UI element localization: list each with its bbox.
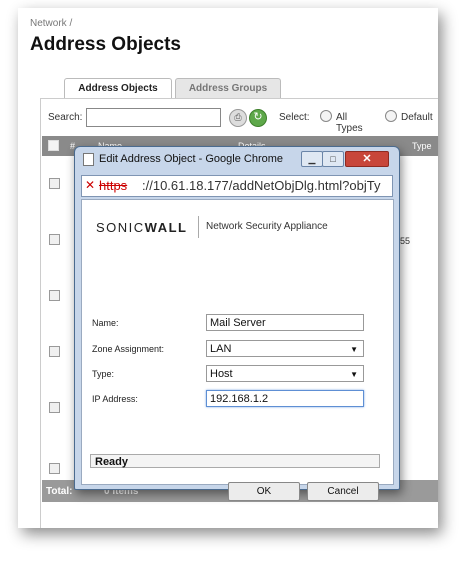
radio-default[interactable] <box>385 110 397 122</box>
radio-all-types-label: All Types <box>336 112 363 134</box>
search-input[interactable] <box>86 108 221 127</box>
brand-left: SONIC <box>96 220 145 235</box>
breadcrumb[interactable]: Network / <box>30 18 72 29</box>
print-icon[interactable]: ⎙ <box>229 109 247 127</box>
name-field[interactable]: Mail Server <box>206 314 364 331</box>
product-name: Network Security Appliance <box>206 221 328 232</box>
search-label: Search: <box>48 112 83 123</box>
tab-address-groups[interactable]: Address Groups <box>175 78 281 98</box>
zone-assignment-select[interactable]: LAN ▼ <box>206 340 364 357</box>
page-icon <box>83 153 94 166</box>
tab-address-objects[interactable]: Address Objects <box>64 78 172 99</box>
radio-default-label: Default <box>401 112 433 123</box>
row-checkbox[interactable] <box>49 290 60 301</box>
address-bar[interactable]: ✕ https ://10.61.18.177/addNetObjDlg.htm… <box>81 175 393 197</box>
status-bar: Ready <box>90 454 380 468</box>
dropdown-arrow-icon: ▼ <box>350 370 358 379</box>
row-cell-fragment: 55 <box>400 236 411 246</box>
footer-total-label: Total: <box>46 486 73 497</box>
type-label: Type: <box>92 369 115 379</box>
row-checkbox[interactable] <box>49 178 60 189</box>
dialog-window-title: Edit Address Object - Google Chrome <box>99 153 284 165</box>
cancel-button[interactable]: Cancel <box>307 482 379 501</box>
brand-right: WALL <box>144 220 188 235</box>
radio-all-types[interactable] <box>320 110 332 122</box>
dropdown-arrow-icon: ▼ <box>350 345 358 354</box>
row-checkbox[interactable] <box>49 402 60 413</box>
col-type[interactable]: Type <box>412 141 432 151</box>
minimize-button[interactable]: ▁ <box>301 151 323 167</box>
page-title: Address Objects <box>30 34 181 55</box>
ok-button[interactable]: OK <box>228 482 300 501</box>
close-button[interactable]: ✕ <box>345 151 389 167</box>
edit-address-object-dialog: Edit Address Object - Google Chrome ▁ □ … <box>74 146 400 501</box>
name-label: Name: <box>92 318 119 328</box>
type-select[interactable]: Host ▼ <box>206 365 364 382</box>
url-protocol: https <box>99 178 128 193</box>
ip-address-field[interactable]: 192.168.1.2 <box>206 390 364 407</box>
row-checkbox[interactable] <box>49 234 60 245</box>
ip-address-label: IP Address: <box>92 394 138 404</box>
dialog-content: SONICWALL Network Security Appliance Nam… <box>81 199 394 501</box>
maximize-button[interactable]: □ <box>322 151 344 167</box>
zone-assignment-value: LAN <box>210 343 232 355</box>
refresh-icon[interactable]: ↻ <box>249 109 267 127</box>
brand-divider <box>198 216 199 238</box>
type-value: Host <box>210 368 233 380</box>
row-checkbox[interactable] <box>49 346 60 357</box>
row-checkbox[interactable] <box>49 463 60 474</box>
insecure-lock-icon: ✕ <box>85 178 96 192</box>
select-all-checkbox[interactable] <box>48 140 59 151</box>
sonicwall-logo: SONICWALL <box>96 220 188 235</box>
zone-assignment-label: Zone Assignment: <box>92 344 165 354</box>
url-text: ://10.61.18.177/addNetObjDlg.html?objTy <box>142 178 381 193</box>
select-label: Select: <box>279 112 310 123</box>
